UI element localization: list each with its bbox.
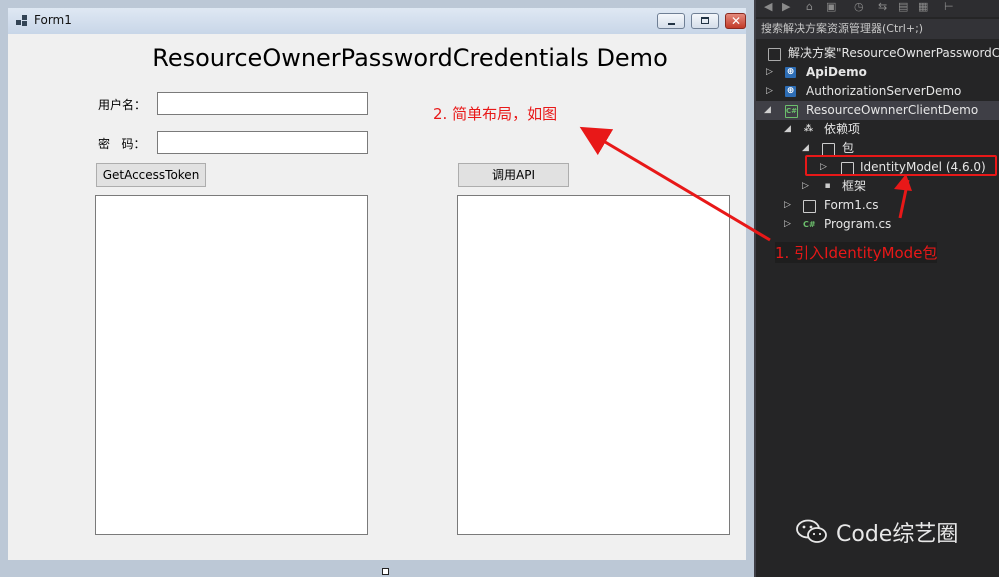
annotation-arrows [579,126,912,242]
arrowhead-package [894,174,912,191]
wechat-icon [796,519,827,543]
annotation-step2: 2. 简单布局，如图 [433,105,558,123]
annotation-step1: 1. 引入IdentityMode包 [775,242,938,263]
watermark-text: Code综艺圈 [836,522,959,547]
arrow-to-layout [579,126,771,242]
